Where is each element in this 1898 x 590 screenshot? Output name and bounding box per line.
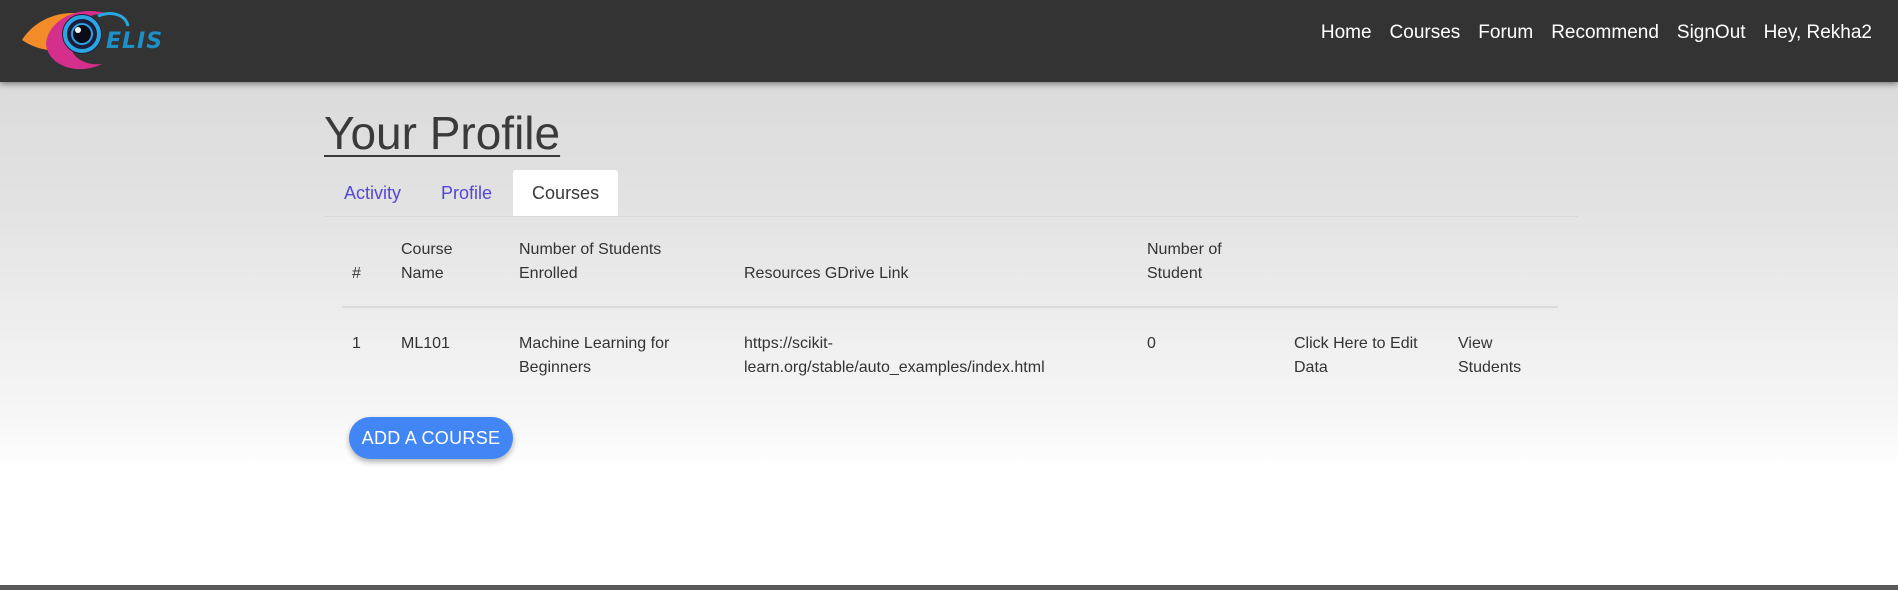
header-course-name: Course Name [391, 226, 509, 308]
header-view [1448, 226, 1558, 308]
cell-num-students: 0 [1147, 335, 1156, 352]
footer-divider [0, 585, 1898, 590]
header-students-enrolled: Number of Students Enrolled [509, 226, 734, 308]
top-nav: Home Courses Forum Recommend SignOut Hey… [1303, 20, 1872, 46]
nav-recommend-link[interactable]: Recommend [1551, 20, 1659, 46]
courses-table: # Course Name Number of Students Enrolle… [342, 226, 1558, 390]
table-row: 1 ML101 Machine Learning for Beginners h… [342, 307, 1558, 390]
table-header-row: # Course Name Number of Students Enrolle… [342, 226, 1558, 308]
nav-forum-link[interactable]: Forum [1478, 20, 1533, 46]
cell-enrolled: Machine Learning for Beginners [519, 335, 670, 376]
tab-activity[interactable]: Activity [324, 170, 421, 216]
edit-data-link[interactable]: Click Here to Edit Data [1284, 307, 1448, 390]
header-gdrive-link: Resources GDrive Link [734, 226, 1137, 308]
view-students-link[interactable]: View Students [1448, 307, 1558, 390]
profile-tabs: Activity Profile Courses [324, 170, 1578, 217]
tab-courses[interactable]: Courses [513, 170, 619, 216]
navbar: ELIS Home Courses Forum Recommend SignOu… [0, 0, 1898, 82]
header-edit [1284, 226, 1448, 308]
elis-logo-icon[interactable]: ELIS [18, 4, 178, 70]
cell-course-name: ML101 [401, 335, 450, 352]
tab-profile[interactable]: Profile [421, 170, 512, 216]
cell-gdrive-link: https://scikit-learn.org/stable/auto_exa… [744, 335, 1045, 376]
nav-signout-link[interactable]: SignOut [1677, 20, 1746, 46]
logo-text: ELIS [106, 29, 163, 54]
nav-courses-link[interactable]: Courses [1390, 20, 1461, 46]
nav-home-link[interactable]: Home [1321, 20, 1372, 46]
nav-user-greeting[interactable]: Hey, Rekha2 [1764, 20, 1872, 46]
header-number-of-student: Number of Student [1137, 226, 1284, 308]
page-title: Your Profile [324, 107, 561, 159]
cell-index: 1 [352, 335, 361, 352]
header-index: # [342, 226, 391, 308]
add-course-button[interactable]: ADD A COURSE [349, 417, 513, 459]
